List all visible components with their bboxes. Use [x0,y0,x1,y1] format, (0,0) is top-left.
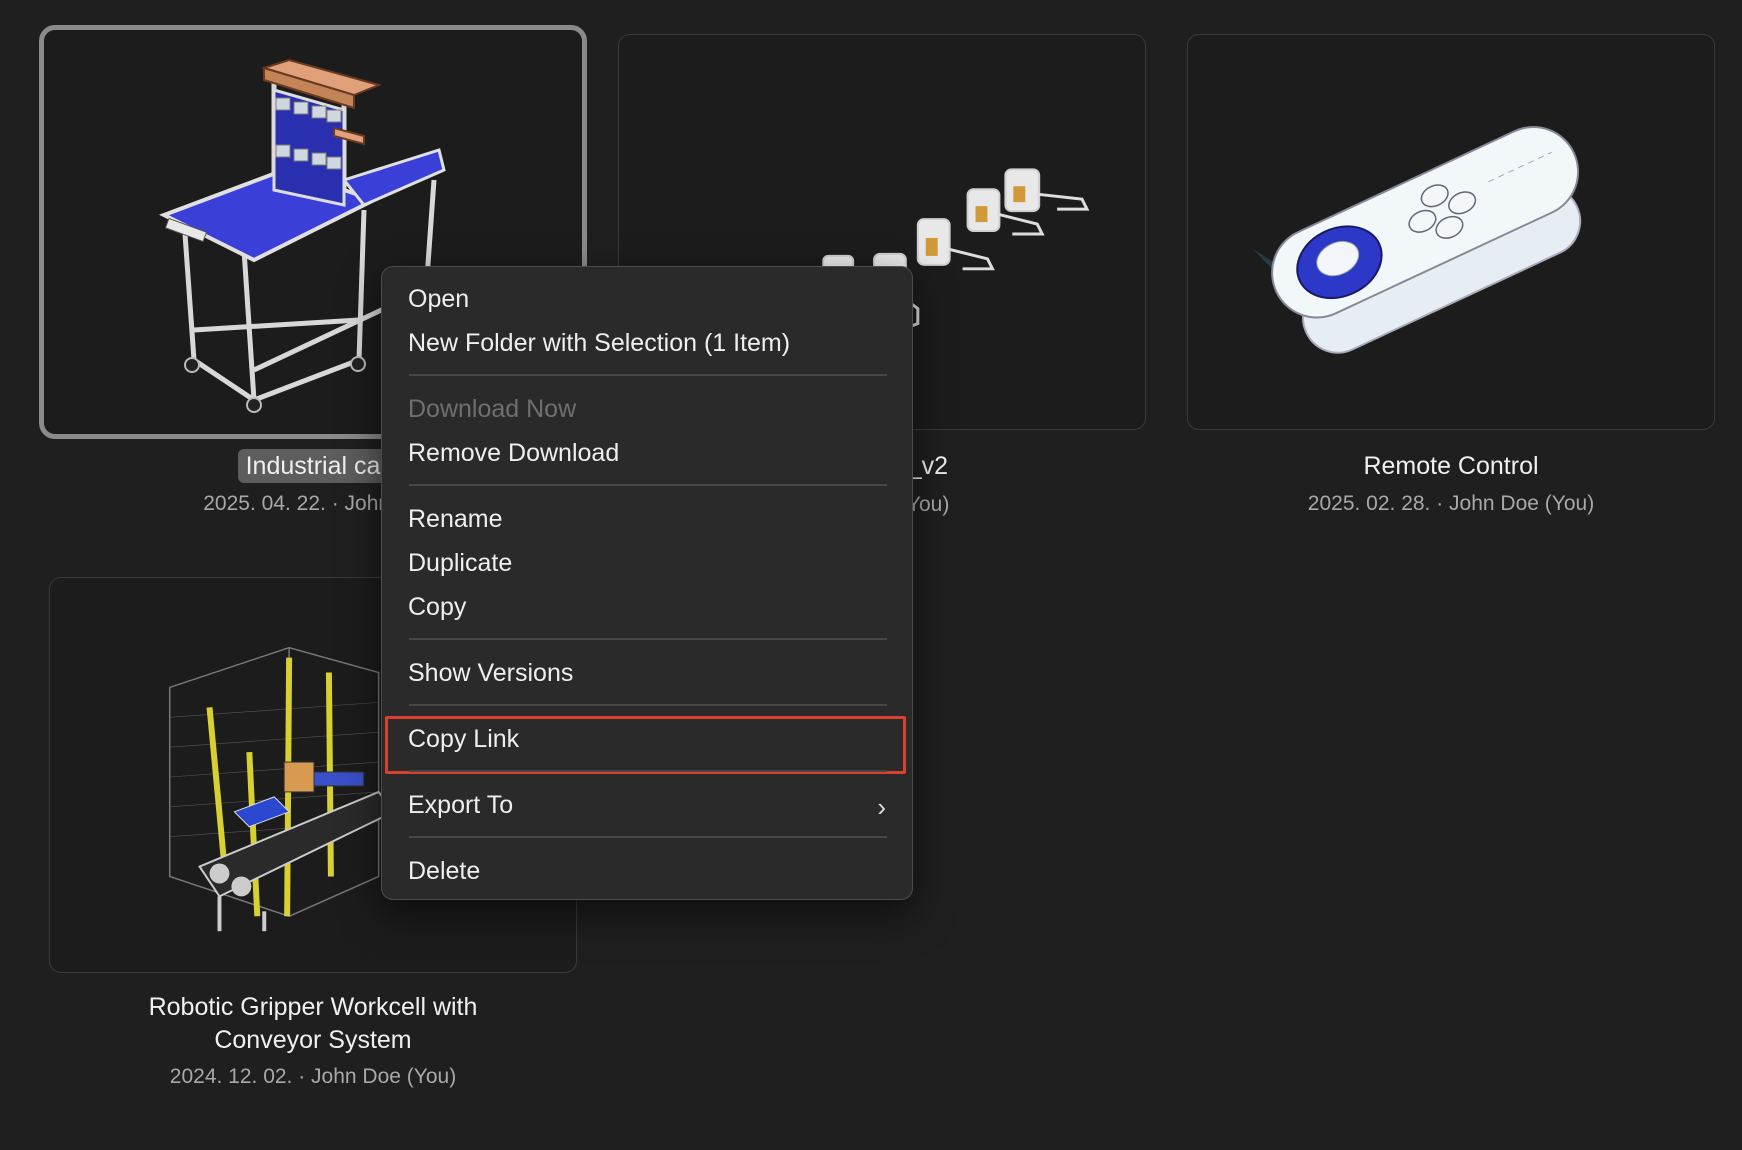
menu-item-delete[interactable]: Delete [408,855,480,887]
menu-item-new-folder-with-selection[interactable]: New Folder with Selection (1 Item) [408,327,790,359]
menu-separator [409,484,887,486]
menu-item-copy[interactable]: Copy [408,591,466,623]
file-meta: 2025. 02. 28. · John Doe (You) [1307,492,1595,515]
menu-item-duplicate[interactable]: Duplicate [408,547,512,579]
menu-item-copy-link[interactable]: Copy Link [408,723,519,755]
file-thumbnail[interactable] [1187,34,1715,430]
menu-separator [409,374,887,376]
chevron-right-icon: › [877,792,886,822]
menu-item-show-versions[interactable]: Show Versions [408,657,573,689]
menu-separator [409,638,887,640]
menu-separator [409,836,887,838]
menu-separator [409,770,887,772]
menu-separator [409,704,887,706]
menu-item-export-to[interactable]: Export To [408,789,513,821]
menu-item-remove-download[interactable]: Remove Download [408,437,619,469]
file-title[interactable]: Robotic Gripper Workcell with Conveyor S… [49,991,577,1057]
menu-item-rename[interactable]: Rename [408,503,503,535]
file-title[interactable]: Remote Control [1187,450,1715,483]
remote-control-model-image [1253,126,1582,354]
menu-item-open[interactable]: Open [408,283,469,315]
context-menu: Open New Folder with Selection (1 Item) … [381,266,913,900]
file-meta: 2024. 12. 02. · John Doe (You) [169,1065,457,1088]
menu-item-download-now: Download Now [408,395,577,423]
